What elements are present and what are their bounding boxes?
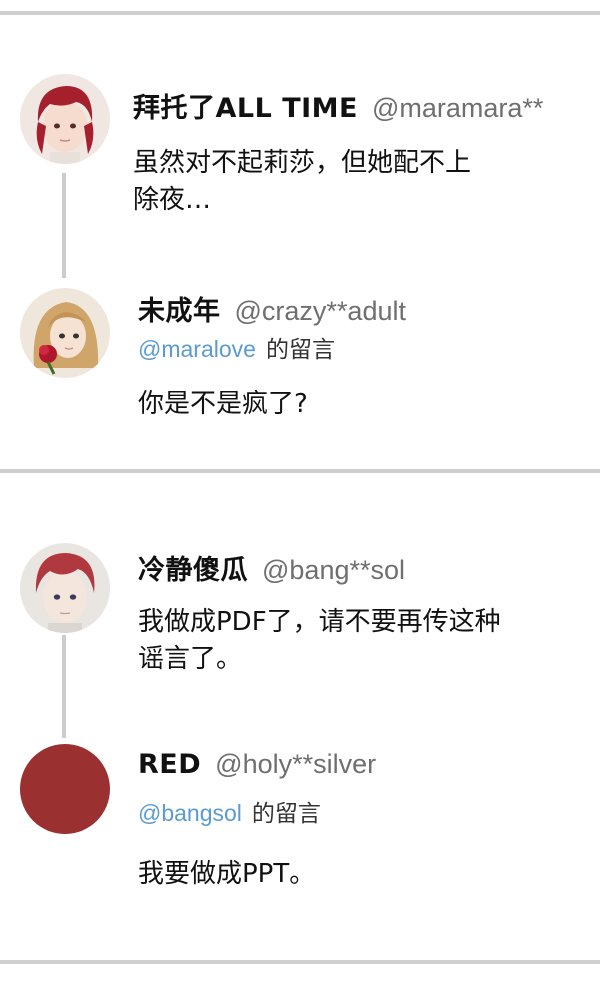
user-handle[interactable]: @crazy**adult <box>235 296 406 327</box>
username[interactable]: RED <box>138 749 201 780</box>
username[interactable]: 未成年 <box>138 289 221 328</box>
blonde-character-with-rose-avatar[interactable] <box>20 288 110 378</box>
thread-connector-line <box>62 173 66 278</box>
solid-red-circle-avatar[interactable] <box>20 744 110 834</box>
red-haired-character-avatar[interactable] <box>20 74 110 164</box>
post-text-line: 谣言了。 <box>138 644 243 674</box>
post-text-line: 虽然对不起莉莎，但她配不上 <box>133 148 472 178</box>
thread-connector-line <box>62 635 66 738</box>
reply-text: 你是不是疯了? <box>138 389 308 419</box>
post-text-line: 除夜… <box>133 185 212 215</box>
post-header: 拜托了ALL TIME @maramara** <box>133 86 543 125</box>
thread-divider <box>0 469 600 473</box>
mention-link[interactable]: @maralove <box>138 336 256 362</box>
reply-text: 我要做成PPT。 <box>138 859 316 889</box>
mention-link[interactable]: @bangsol <box>138 800 242 826</box>
post-text: 我做成PDF了，请不要再传这种 谣言了。 <box>138 604 588 678</box>
reply-to-line: @maralove 的留言 <box>138 330 335 364</box>
bottom-divider <box>0 960 600 964</box>
user-handle[interactable]: @bang**sol <box>262 555 405 586</box>
reply-header: 未成年 @crazy**adult <box>138 289 406 328</box>
reply-suffix: 的留言 <box>265 337 335 363</box>
username[interactable]: 冷静傻瓜 <box>138 548 248 587</box>
reply-suffix: 的留言 <box>251 801 321 827</box>
red-haired-boy-avatar[interactable] <box>20 543 110 633</box>
user-handle[interactable]: @maramara** <box>372 93 543 124</box>
reply-to-line: @bangsol 的留言 <box>138 794 321 828</box>
username[interactable]: 拜托了ALL TIME <box>133 86 358 125</box>
reply-header: RED @holy**silver <box>138 749 376 780</box>
post-text-line: 我做成PDF了，请不要再传这种 <box>138 607 501 637</box>
post-text: 虽然对不起莉莎，但她配不上 除夜… <box>133 145 583 219</box>
post-header: 冷静傻瓜 @bang**sol <box>138 548 405 587</box>
user-handle[interactable]: @holy**silver <box>215 749 376 780</box>
top-divider <box>0 11 600 15</box>
